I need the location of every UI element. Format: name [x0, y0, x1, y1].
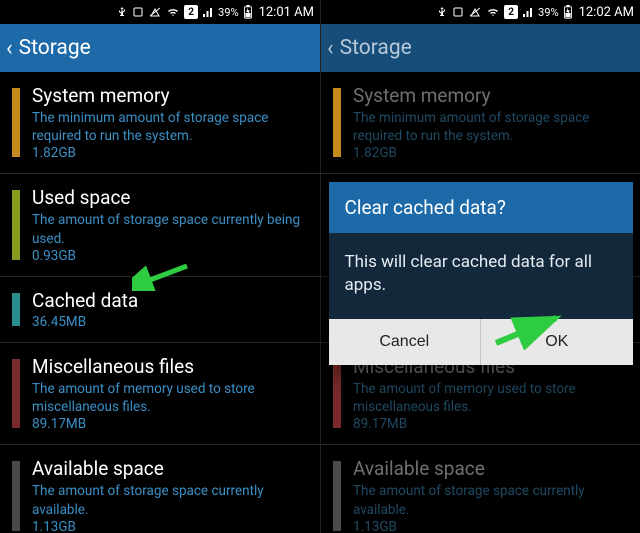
color-swatch — [12, 88, 20, 157]
page-title: Storage — [340, 36, 412, 60]
item-title: Available space — [32, 457, 306, 480]
battery-icon — [243, 5, 253, 19]
clear-cache-dialog: Clear cached data? This will clear cache… — [329, 182, 633, 365]
ok-button[interactable]: OK — [480, 319, 633, 365]
wifi-icon — [486, 6, 500, 18]
storage-list: System memory The minimum amount of stor… — [0, 72, 320, 533]
item-desc: The amount of storage space currently av… — [32, 482, 306, 518]
dialog-title: Clear cached data? — [329, 182, 633, 233]
status-bar: 2 39% 12:01 AM — [0, 0, 320, 24]
item-size: 1.82GB — [32, 145, 306, 161]
battery-percent: 39% — [218, 6, 238, 19]
signal-icon — [202, 6, 214, 18]
item-title: Cached data — [32, 289, 306, 312]
battery-percent: 39% — [538, 6, 558, 19]
item-desc: The amount of storage space currently be… — [32, 211, 306, 247]
page-title: Storage — [19, 36, 91, 60]
item-system-memory[interactable]: System memory The minimum amount of stor… — [0, 72, 320, 174]
usb-icon — [116, 6, 128, 18]
sim-badge: 2 — [184, 5, 198, 19]
phone-right: 2 39% 12:02 AM ‹ Storage System memory T… — [320, 0, 640, 533]
clock: 12:02 AM — [579, 5, 634, 20]
signal-icon — [522, 6, 534, 18]
sim-badge: 2 — [504, 5, 518, 19]
item-used-space[interactable]: Used space The amount of storage space c… — [0, 174, 320, 276]
dialog-buttons: Cancel OK — [329, 319, 633, 365]
dialog-body: This will clear cached data for all apps… — [329, 233, 633, 319]
color-swatch — [12, 293, 20, 326]
back-icon[interactable]: ‹ — [6, 36, 13, 61]
back-icon[interactable]: ‹ — [327, 36, 334, 61]
item-size: 0.93GB — [32, 248, 306, 264]
no-sim-icon — [468, 6, 482, 18]
dialog-overlay: Clear cached data? This will clear cache… — [321, 72, 640, 533]
battery-icon — [563, 5, 573, 19]
item-cached-data[interactable]: Cached data 36.45MB — [0, 277, 320, 343]
wifi-icon — [166, 6, 180, 18]
title-bar: ‹ Storage — [321, 24, 640, 72]
item-size: 89.17MB — [32, 416, 306, 432]
screenshot-icon — [132, 6, 144, 18]
item-desc: The amount of memory used to store misce… — [32, 380, 306, 416]
clock: 12:01 AM — [259, 5, 314, 20]
color-swatch — [12, 359, 20, 428]
item-title: Used space — [32, 186, 306, 209]
usb-icon — [436, 6, 448, 18]
cancel-button[interactable]: Cancel — [329, 319, 481, 365]
no-sim-icon — [148, 6, 162, 18]
color-swatch — [12, 461, 20, 530]
phone-left: 2 39% 12:01 AM ‹ Storage System memory T… — [0, 0, 320, 533]
screenshot-icon — [452, 6, 464, 18]
title-bar: ‹ Storage — [0, 24, 320, 72]
status-bar: 2 39% 12:02 AM — [321, 0, 640, 24]
item-size: 36.45MB — [32, 314, 306, 330]
item-available-space[interactable]: Available space The amount of storage sp… — [0, 445, 320, 533]
item-desc: The minimum amount of storage space requ… — [32, 109, 306, 145]
color-swatch — [12, 190, 20, 259]
item-title: System memory — [32, 84, 306, 107]
item-size: 1.13GB — [32, 519, 306, 533]
item-title: Miscellaneous files — [32, 355, 306, 378]
item-miscellaneous[interactable]: Miscellaneous files The amount of memory… — [0, 343, 320, 445]
